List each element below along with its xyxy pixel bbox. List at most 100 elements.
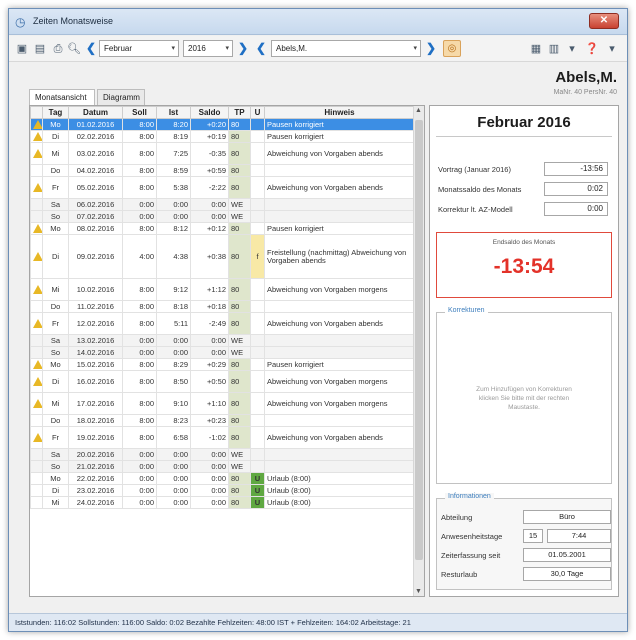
cell-u: U <box>250 472 265 485</box>
table-row[interactable]: Fr 19.02.2016 8:00 6:58 -1:02 80 Abweichung vo… <box>30 426 415 449</box>
cell-soll: 0:00 <box>122 346 157 359</box>
table-row[interactable]: Mi 24.02.2016 0:00 0:00 0:00 80 U Urlaub (8:00) <box>30 496 415 509</box>
header-soll[interactable]: Soll <box>122 106 157 119</box>
table-row[interactable]: Di 16.02.2016 8:00 8:50 +0:50 80 Abweichung vo… <box>30 370 415 393</box>
cell-u <box>250 448 265 461</box>
cell-datum: 19.02.2016 <box>68 426 123 449</box>
header-tag[interactable]: Tag <box>42 106 69 119</box>
person-select[interactable]: Abels,M. ▾ <box>271 40 421 57</box>
header-datum[interactable]: Datum <box>68 106 123 119</box>
table-row[interactable]: So 21.02.2016 0:00 0:00 0:00 WE <box>30 460 415 473</box>
table-row[interactable]: Do 11.02.2016 8:00 8:18 +0:18 80 <box>30 300 415 313</box>
cell-tp: 80 <box>228 118 251 131</box>
table-row[interactable]: Di 09.02.2016 4:00 4:38 +0:38 80 f Freistellung… <box>30 234 415 279</box>
cell-tag: Sa <box>42 198 69 211</box>
scroll-up-icon[interactable]: ▲ <box>415 107 422 114</box>
cell-datum: 14.02.2016 <box>68 346 123 359</box>
help-icon[interactable]: ❓ <box>585 42 599 56</box>
cell-u <box>250 300 265 313</box>
cell-tp: WE <box>228 198 251 211</box>
preview-icon[interactable]: 🔍︎ <box>67 42 81 56</box>
main-window: ◷ Zeiten Monatsweise ✕ ▣ ▤ ⎙ 🔍︎ ❮ Februa… <box>8 8 628 632</box>
scrollbar-thumb[interactable] <box>415 120 423 560</box>
cell-tp: 80 <box>228 130 251 143</box>
monatssaldo-value: 0:02 <box>544 182 608 196</box>
cell-datum: 03.02.2016 <box>68 142 123 165</box>
cell-ist: 8:29 <box>156 358 191 371</box>
table-row[interactable]: So 14.02.2016 0:00 0:00 0:00 WE <box>30 346 415 359</box>
export-icon[interactable]: ▤ <box>33 42 47 56</box>
header-hinweis[interactable]: Hinweis <box>264 106 415 119</box>
day-grid: Tag Datum Soll Ist Saldo TP U Hinweis Mo… <box>30 106 415 509</box>
more-icon[interactable]: ▾ <box>605 42 619 56</box>
person-name: Abels,M. <box>555 69 617 86</box>
cell-u <box>250 312 265 335</box>
cell-saldo: 0:00 <box>190 198 229 211</box>
table-row[interactable]: Mi 17.02.2016 8:00 9:10 +1:10 80 Abweichung vo… <box>30 392 415 415</box>
next-month-icon[interactable]: ❯ <box>237 41 249 56</box>
table-row[interactable]: Do 04.02.2016 8:00 8:59 +0:59 80 <box>30 164 415 177</box>
scroll-down-icon[interactable]: ▼ <box>415 588 422 595</box>
warning-cell <box>30 118 43 131</box>
table-row[interactable]: So 07.02.2016 0:00 0:00 0:00 WE <box>30 210 415 223</box>
cell-u <box>250 164 265 177</box>
cell-soll: 8:00 <box>122 130 157 143</box>
cell-tp: 80 <box>228 300 251 313</box>
table-row[interactable]: Sa 13.02.2016 0:00 0:00 0:00 WE <box>30 334 415 347</box>
chevron-down-icon: ▾ <box>225 45 229 52</box>
cell-u <box>250 358 265 371</box>
cell-hinweis: Pausen korrigiert <box>264 222 415 235</box>
table-row[interactable]: Sa 06.02.2016 0:00 0:00 0:00 WE <box>30 198 415 211</box>
close-button[interactable]: ✕ <box>589 13 619 29</box>
table-row[interactable]: Fr 05.02.2016 8:00 5:38 -2:22 80 Abweichung vo… <box>30 176 415 199</box>
cell-hinweis: Abweichung von Vorgaben morgens <box>264 392 415 415</box>
cell-tp: 80 <box>228 472 251 485</box>
cell-tag: Mi <box>42 392 69 415</box>
cell-tag: Do <box>42 300 69 313</box>
korrekturen-box[interactable]: Korrekturen Zum Hinzufügen von Korrektur… <box>436 307 612 484</box>
table-row[interactable]: Mo 22.02.2016 0:00 0:00 0:00 80 U Urlaub (8:00) <box>30 472 415 485</box>
header-u[interactable]: U <box>250 106 265 119</box>
warning-cell <box>30 392 43 415</box>
table-row[interactable]: Sa 20.02.2016 0:00 0:00 0:00 WE <box>30 448 415 461</box>
cell-saldo: +0:23 <box>190 414 229 427</box>
next-person-icon[interactable]: ❯ <box>425 41 437 56</box>
table-row[interactable]: Mo 01.02.2016 8:00 8:20 +0:20 80 Pausen korrig… <box>30 118 415 131</box>
cell-tag: So <box>42 210 69 223</box>
table-row[interactable]: Fr 12.02.2016 8:00 5:11 -2:49 80 Abweichung vo… <box>30 312 415 335</box>
table-row[interactable]: Mi 10.02.2016 8:00 9:12 +1:12 80 Abweichung vo… <box>30 278 415 301</box>
table-row[interactable]: Mo 08.02.2016 8:00 8:12 +0:12 80 Pausen korrig… <box>30 222 415 235</box>
save-icon[interactable]: ▣ <box>15 42 29 56</box>
calendar-icon[interactable]: ▥ <box>547 42 561 56</box>
highlight-icon[interactable]: ◎ <box>443 40 461 57</box>
table-row[interactable]: Di 02.02.2016 8:00 8:19 +0:19 80 Pausen korrig… <box>30 130 415 143</box>
header-saldo[interactable]: Saldo <box>190 106 229 119</box>
prev-month-icon[interactable]: ❮ <box>85 41 97 56</box>
cell-saldo: -2:22 <box>190 176 229 199</box>
month-select[interactable]: Februar ▾ <box>99 40 179 57</box>
cell-tp: WE <box>228 346 251 359</box>
table-row[interactable]: Do 18.02.2016 8:00 8:23 +0:23 80 <box>30 414 415 427</box>
vertical-scrollbar[interactable]: ▲ ▼ <box>413 106 424 596</box>
grid-icon[interactable]: ▦ <box>529 42 543 56</box>
header-tp[interactable]: TP <box>228 106 251 119</box>
prev-person-icon[interactable]: ❮ <box>255 41 267 56</box>
table-row[interactable]: Mi 03.02.2016 8:00 7:25 -0:35 80 Abweichung vo… <box>30 142 415 165</box>
year-select[interactable]: 2016 ▾ <box>183 40 233 57</box>
tab-diagramm[interactable]: Diagramm <box>97 89 145 105</box>
cell-saldo: -2:49 <box>190 312 229 335</box>
table-row[interactable]: Di 23.02.2016 0:00 0:00 0:00 80 U Urlaub (8:00) <box>30 484 415 497</box>
cell-soll: 0:00 <box>122 484 157 497</box>
cell-datum: 20.02.2016 <box>68 448 123 461</box>
table-row[interactable]: Mo 15.02.2016 8:00 8:29 +0:29 80 Pausen korrig… <box>30 358 415 371</box>
header-ist[interactable]: Ist <box>156 106 191 119</box>
tab-monatsansicht[interactable]: Monatsansicht <box>29 89 95 106</box>
warning-cell <box>30 426 43 449</box>
cell-soll: 8:00 <box>122 222 157 235</box>
cell-saldo: +0:59 <box>190 164 229 177</box>
dropdown-icon[interactable]: ▾ <box>565 42 579 56</box>
zeiterfassung-value: 01.05.2001 <box>523 548 611 562</box>
cell-saldo: +1:10 <box>190 392 229 415</box>
warning-icon <box>33 132 42 141</box>
print-icon[interactable]: ⎙ <box>51 42 65 56</box>
